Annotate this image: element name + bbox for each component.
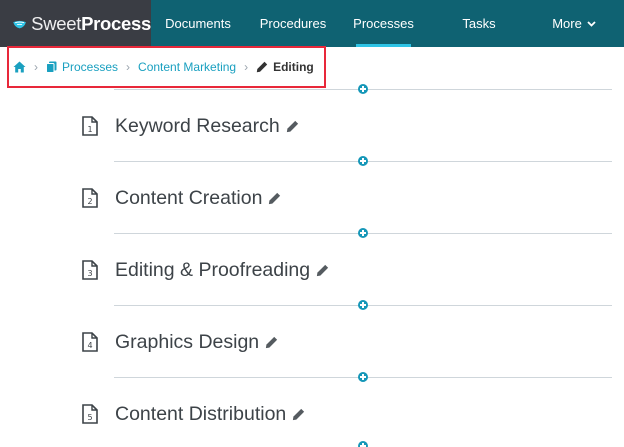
brand-name-light: Sweet: [31, 12, 82, 34]
add-step-button[interactable]: [358, 372, 368, 382]
document-icon: 2: [82, 188, 98, 208]
add-step-button[interactable]: [358, 156, 368, 166]
nav-item-label: Procedures: [259, 16, 327, 31]
step-title[interactable]: Content Distribution: [115, 403, 286, 426]
breadcrumb-processes[interactable]: Processes: [46, 60, 118, 74]
document-icon: 4: [82, 332, 98, 352]
add-step-button[interactable]: [358, 441, 368, 447]
brand-name: SweetProcess: [31, 13, 151, 35]
document-icon: 5: [82, 404, 98, 424]
breadcrumb-separator: ›: [34, 60, 38, 74]
nav-item-label: Tasks: [462, 16, 496, 31]
breadcrumb-separator: ›: [244, 60, 249, 74]
breadcrumb: › Processes › Content Marketing › Editin…: [7, 46, 326, 88]
pencil-icon: [256, 61, 268, 73]
pencil-icon[interactable]: [292, 408, 305, 421]
process-step[interactable]: 4 Graphics Design: [82, 328, 278, 356]
brand-logo[interactable]: SweetProcess: [0, 0, 151, 47]
nav-item-more[interactable]: More: [551, 0, 597, 47]
nav-item-label: More: [552, 16, 582, 31]
step-number: 4: [87, 341, 92, 350]
step-title[interactable]: Editing & Proofreading: [115, 259, 310, 282]
document-icon: 1: [82, 116, 98, 136]
step-title[interactable]: Content Creation: [115, 187, 262, 210]
nav-item-documents[interactable]: Documents: [165, 0, 231, 47]
nav-item-processes[interactable]: Processes: [353, 0, 414, 47]
home-icon: [13, 61, 26, 73]
pencil-icon[interactable]: [268, 192, 281, 205]
pencil-icon[interactable]: [316, 264, 329, 277]
breadcrumb-current: Editing: [256, 60, 314, 74]
step-title[interactable]: Graphics Design: [115, 331, 259, 354]
nav-item-procedures[interactable]: Procedures: [259, 0, 327, 47]
breadcrumb-processes-label: Processes: [62, 60, 119, 74]
nav-item-label: Processes: [353, 16, 414, 31]
process-step[interactable]: 3 Editing & Proofreading: [82, 256, 329, 284]
breadcrumb-current-label: Editing: [273, 60, 314, 74]
pencil-icon[interactable]: [265, 336, 278, 349]
add-step-button[interactable]: [358, 228, 368, 238]
chevron-down-icon: [587, 20, 596, 27]
sweetprocess-logo-icon: [13, 20, 26, 28]
document-icon: 3: [82, 260, 98, 280]
breadcrumb-home[interactable]: [13, 61, 26, 73]
copy-icon: [46, 61, 57, 73]
brand-name-bold: Process: [81, 12, 151, 34]
add-step-button[interactable]: [358, 300, 368, 310]
nav-item-label: Documents: [165, 16, 231, 31]
step-number: 3: [87, 269, 92, 278]
step-title[interactable]: Keyword Research: [115, 115, 280, 138]
step-number: 5: [87, 413, 92, 422]
breadcrumb-separator: ›: [126, 60, 131, 74]
step-number: 2: [87, 197, 92, 206]
top-navigation: SweetProcess Documents Procedures Proces…: [0, 0, 624, 47]
nav-item-tasks[interactable]: Tasks: [462, 0, 496, 47]
add-step-button[interactable]: [358, 84, 368, 94]
pencil-icon[interactable]: [286, 120, 299, 133]
breadcrumb-content-marketing[interactable]: Content Marketing: [138, 60, 236, 74]
process-step[interactable]: 2 Content Creation: [82, 184, 281, 212]
nav-menu: Documents Procedures Processes Tasks Mor…: [151, 0, 624, 47]
process-step[interactable]: 1 Keyword Research: [82, 112, 299, 140]
step-number: 1: [87, 125, 92, 134]
process-step[interactable]: 5 Content Distribution: [82, 400, 305, 428]
